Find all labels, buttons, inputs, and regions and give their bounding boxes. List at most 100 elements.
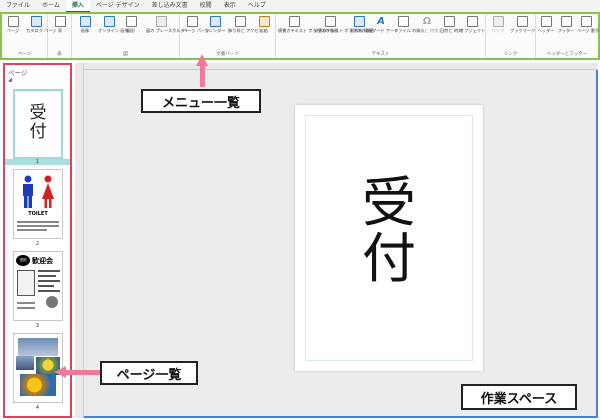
button-label: 勤務先 情報: [350, 28, 373, 33]
online-picture-button[interactable]: オンライン 画像: [98, 16, 129, 33]
ribbon-tabs: ファイル ホーム 挿入 ページ デザイン 差し込み文書 校閲 表示 ヘルプ: [0, 0, 600, 12]
insert-file-button[interactable]: ファイル の挿入: [394, 16, 425, 33]
vertical-textbox-button[interactable]: 縦書きテキスト ボックスの描画: [314, 16, 374, 33]
button-label: ワード アート: [372, 28, 399, 33]
picture-button[interactable]: 画像: [76, 16, 94, 33]
document-text[interactable]: 受付: [295, 175, 483, 287]
table-button[interactable]: 表: [51, 16, 69, 33]
link-button[interactable]: リンク: [489, 16, 507, 33]
bookmark-icon: [516, 16, 528, 27]
object-icon: [466, 16, 478, 27]
man-icon: [23, 175, 33, 208]
tab-home[interactable]: ホーム: [36, 0, 66, 12]
button-label: ページ: [6, 28, 20, 33]
shapes-icon: [125, 16, 137, 27]
collapse-triangle-icon[interactable]: ◢: [8, 77, 12, 83]
text-line: [17, 225, 59, 227]
arrow-shaft: [65, 370, 105, 375]
borders-accents-button[interactable]: 飾り枠と アクセント: [228, 16, 267, 33]
badge-shape: 送別: [16, 255, 30, 266]
text-line: [17, 302, 35, 304]
symbol-button[interactable]: Ω 記号と 特殊文字: [416, 16, 447, 33]
footer-icon: [560, 16, 572, 27]
datetime-button[interactable]: 日付と 時刻: [440, 16, 463, 33]
picture-icon: [79, 16, 91, 27]
horizontal-ruler[interactable]: [84, 63, 598, 70]
link-icon: [492, 16, 504, 27]
thumbnail-text: 歓迎会: [32, 257, 53, 265]
button-label: カレンダー: [204, 28, 226, 33]
tab-insert[interactable]: 挿入: [65, 0, 90, 12]
horizontal-textbox-button[interactable]: 横書きテキスト ボックスの描画: [278, 16, 338, 33]
tab-page-design[interactable]: ページ デザイン: [90, 0, 146, 12]
business-info-button[interactable]: 勤務先 情報: [350, 16, 373, 33]
page-thumbnail-1[interactable]: 受付: [13, 89, 63, 159]
header-icon: [540, 16, 552, 27]
advertisement-button[interactable]: 広告: [255, 16, 273, 33]
page-button[interactable]: ページ: [4, 16, 22, 33]
symbol-icon: Ω: [422, 16, 432, 27]
button-label: 図の プレースホルダー: [146, 28, 189, 33]
page-number-button[interactable]: ページ 番号: [577, 16, 599, 33]
group-links: リンク ブックマーク リンク: [486, 14, 536, 58]
button-label: カタログ ページ: [26, 28, 57, 33]
arrow-shaft: [200, 64, 205, 87]
page-number-icon: [580, 16, 592, 27]
group-label: テキスト: [371, 52, 390, 57]
vertical-ruler[interactable]: [75, 63, 84, 418]
text-line: [17, 307, 35, 309]
picture-placeholder-icon: [155, 16, 167, 27]
header-button[interactable]: ヘッダー: [537, 16, 555, 33]
object-button[interactable]: オブジェクト: [460, 16, 486, 33]
footer-button[interactable]: フッター: [557, 16, 575, 33]
button-label: ファイル の挿入: [394, 28, 425, 33]
table-icon: [54, 16, 66, 27]
catalog-page-button[interactable]: カタログ ページ: [26, 16, 57, 33]
group-label: 表: [57, 52, 62, 57]
catalog-page-icon: [30, 16, 42, 27]
button-label: 画像: [80, 28, 90, 33]
group-label: ページ: [17, 52, 32, 57]
group-illustrations: 画像 オンライン 画像 図形 図の プレースホルダー 図: [72, 14, 189, 58]
landscape-photo: [18, 338, 58, 356]
button-label: オブジェクト: [460, 28, 486, 33]
badge-text: 送別: [19, 258, 27, 262]
button-label: ブックマーク: [510, 28, 536, 33]
tab-file[interactable]: ファイル: [0, 0, 36, 12]
callout-workspace: 作業スペース: [461, 384, 577, 410]
page-thumbnail-3[interactable]: 送別 歓迎会: [13, 251, 63, 321]
woman-icon: [42, 175, 54, 208]
button-label: リンク: [491, 28, 505, 33]
button-label: 日付と 時刻: [440, 28, 463, 33]
page-parts-button[interactable]: ページ パーツ: [183, 16, 209, 33]
group-label: リンク: [503, 52, 518, 57]
calendar-button[interactable]: カレンダー: [204, 16, 226, 33]
landscape-photo: [16, 356, 34, 370]
tab-help[interactable]: ヘルプ: [242, 0, 272, 12]
page-icon: [7, 16, 19, 27]
image-placeholder: [17, 270, 35, 296]
bookmark-button[interactable]: ブックマーク: [510, 16, 536, 33]
wordart-button[interactable]: A ワード アート: [372, 16, 399, 33]
page-number-2: 2: [35, 241, 40, 247]
page-thumbnail-2[interactable]: TOILET: [13, 169, 63, 239]
group-label: 文書パーツ: [216, 52, 239, 57]
group-pages: ページ カタログ ページ ページ: [2, 14, 57, 58]
tab-mailings[interactable]: 差し込み文書: [146, 0, 194, 12]
shapes-button[interactable]: 図形: [122, 16, 140, 33]
button-label: 図形: [126, 28, 136, 33]
group-label: 図: [123, 52, 128, 57]
button-label: 記号と 特殊文字: [416, 28, 447, 33]
advertisement-icon: [258, 16, 270, 27]
page-number-1: 1: [5, 159, 70, 165]
page-navigation-panel: ページ ◢ 受付 1 TOILET 2 送別 歓迎会 3 4: [3, 63, 72, 418]
business-info-icon: [353, 16, 365, 27]
document-page[interactable]: 受付: [295, 105, 483, 371]
page-parts-icon: [186, 16, 198, 27]
button-label: フッター: [557, 28, 575, 33]
button-label: 飾り枠と アクセント: [228, 28, 267, 33]
picture-placeholder-button[interactable]: 図の プレースホルダー: [146, 16, 189, 33]
ribbon: ページ カタログ ページ ページ 表 表 画像 オンライン 画像 図形 図の プ…: [0, 12, 600, 60]
tab-view[interactable]: 表示: [218, 0, 242, 12]
tab-review[interactable]: 校閲: [194, 0, 218, 12]
